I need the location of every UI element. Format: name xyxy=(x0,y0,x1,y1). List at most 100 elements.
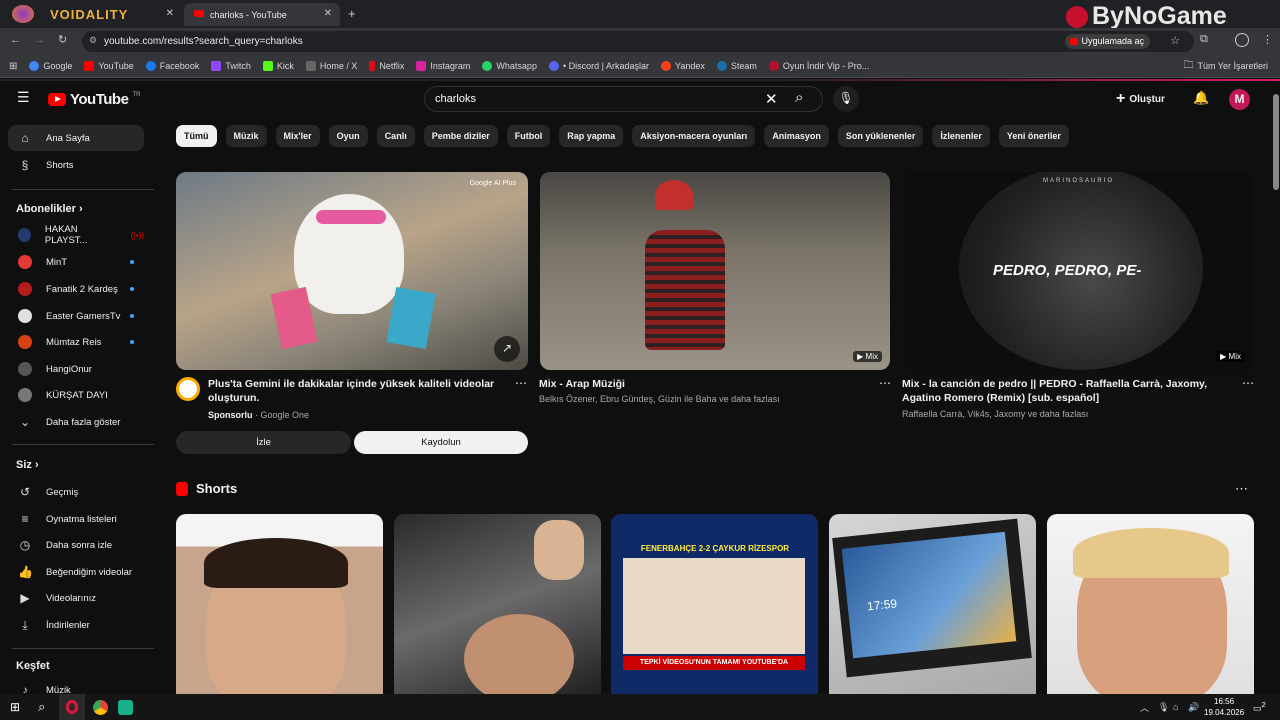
chip[interactable]: Mix'ler xyxy=(275,125,320,147)
more-options-icon[interactable]: ⋯ xyxy=(515,376,527,390)
video-title[interactable]: Mix - la canción de pedro || PEDRO - Raf… xyxy=(902,377,1238,405)
all-bookmarks[interactable]: 🗀 Tüm Yer İşaretleri xyxy=(1183,58,1268,75)
tray-chevron-icon[interactable]: ︿ xyxy=(1140,701,1149,714)
scrollbar[interactable] xyxy=(1272,88,1280,694)
bookmark-netflix[interactable]: Netflix xyxy=(369,61,404,71)
video-thumbnail[interactable]: ▶ Mix xyxy=(540,172,890,370)
notifications-icon[interactable]: 🔔 xyxy=(1193,90,1209,106)
search-icon[interactable]: ⌕ xyxy=(795,89,803,106)
chip-all[interactable]: Tümü xyxy=(176,125,217,147)
avatar[interactable]: M xyxy=(1229,89,1250,110)
chip[interactable]: Müzik xyxy=(225,125,267,147)
chip[interactable]: Yeni öneriler xyxy=(998,125,1069,147)
sidebar-sub[interactable]: MinT xyxy=(8,249,144,275)
app-icon[interactable] xyxy=(118,699,134,715)
bookmark-steam[interactable]: Steam xyxy=(716,61,757,71)
bookmark-facebook[interactable]: Facebook xyxy=(145,61,199,71)
sidebar-sub[interactable]: Easter GamersTv xyxy=(8,303,144,329)
chip[interactable]: Futbol xyxy=(506,125,551,147)
sidebar-item-downloads[interactable]: ⤓ İndirilenler xyxy=(8,612,144,638)
bookmark-x[interactable]: Home / X xyxy=(305,61,357,71)
search-input[interactable]: charloks ✕ ⌕ xyxy=(424,86,823,112)
reload-icon[interactable]: ↻ xyxy=(58,33,67,46)
bookmark-yandex[interactable]: Yandex xyxy=(660,61,705,71)
open-in-app-button[interactable]: Uygulamada aç xyxy=(1065,34,1150,49)
menu-icon[interactable]: ⋮ xyxy=(1262,33,1273,46)
tab-voidality[interactable]: VOIDALITY ✕ xyxy=(4,3,182,26)
new-tab-icon[interactable]: + xyxy=(348,6,356,21)
opera-gx-icon[interactable] xyxy=(59,694,86,720)
more-options-icon[interactable]: ⋯ xyxy=(879,376,891,390)
volume-icon[interactable]: 🔊 xyxy=(1188,702,1199,713)
subscribe-button[interactable]: Kaydolun xyxy=(354,431,528,454)
network-icon[interactable]: ⌂ xyxy=(1173,702,1178,712)
more-options-icon[interactable]: ⋯ xyxy=(1242,376,1254,390)
chrome-icon[interactable] xyxy=(93,699,109,715)
forward-icon[interactable]: → xyxy=(34,34,45,46)
channel-avatar[interactable] xyxy=(176,377,200,401)
tab-youtube[interactable]: charloks - YouTube ✕ xyxy=(184,3,340,26)
youtube-logo[interactable]: YouTube TR xyxy=(48,91,140,108)
external-link-icon[interactable]: ↗ xyxy=(494,336,520,362)
chip[interactable]: İzlenenler xyxy=(932,125,990,147)
extensions-icon[interactable]: ⧉ xyxy=(1200,33,1208,46)
bookmark-twitch[interactable]: Twitch xyxy=(211,61,251,71)
sidebar-item-history[interactable]: ↺ Geçmiş xyxy=(8,479,144,505)
show-more-button[interactable]: ⌄ Daha fazla göster xyxy=(8,409,144,435)
short-thumbnail[interactable] xyxy=(394,514,601,694)
scrollbar-thumb[interactable] xyxy=(1273,94,1279,190)
sidebar-item-music[interactable]: ♪ Müzik xyxy=(8,677,144,693)
chip[interactable]: Animasyon xyxy=(764,125,829,147)
voice-search-icon[interactable]: 🎙 xyxy=(833,86,859,112)
bookmark-whatsapp[interactable]: Whatsapp xyxy=(482,61,537,71)
clear-search-icon[interactable]: ✕ xyxy=(765,90,778,108)
site-info-icon[interactable]: ⚙ xyxy=(89,35,97,46)
sidebar-item-home[interactable]: ⌂ Ana Sayfa xyxy=(8,125,144,151)
star-icon[interactable]: ☆ xyxy=(1170,34,1180,47)
create-button[interactable]: + Oluştur xyxy=(1116,86,1165,112)
video-thumbnail[interactable]: Google AI Plus ↗ xyxy=(176,172,528,370)
bookmark-youtube[interactable]: YouTube xyxy=(84,61,134,71)
address-bar[interactable]: ⚙ youtube.com/results?search_query=charl… xyxy=(82,31,1194,52)
sidebar-sub[interactable]: Mümtaz Reis xyxy=(8,329,144,355)
sidebar-item-watch-later[interactable]: ◷ Daha sonra izle xyxy=(8,532,144,558)
close-icon[interactable]: ✕ xyxy=(166,8,174,19)
apps-icon[interactable]: ⊞ xyxy=(9,61,17,72)
video-thumbnail[interactable]: MARINOSAURIO PEDRO, PEDRO, PE- ▶ Mix xyxy=(903,172,1253,370)
notification-center-icon[interactable]: ▭2 xyxy=(1253,700,1266,714)
chip[interactable]: Rap yapma xyxy=(559,125,624,147)
sidebar-sub[interactable]: Fanatik 2 Kardeş xyxy=(8,276,144,302)
chip[interactable]: Aksiyon-macera oyunları xyxy=(632,125,756,147)
sidebar-item-your-videos[interactable]: ▶ Videolarınız xyxy=(8,585,144,611)
subscriptions-title[interactable]: Abonelikler › xyxy=(16,203,83,215)
profile-icon[interactable] xyxy=(1235,33,1249,47)
sidebar-sub[interactable]: HangiOnur xyxy=(8,356,144,382)
bookmark-google[interactable]: Google xyxy=(29,61,72,71)
short-thumbnail[interactable] xyxy=(176,514,383,694)
bookmark-oyun-indir[interactable]: Oyun İndir Vip - Pro... xyxy=(768,61,869,71)
back-icon[interactable]: ← xyxy=(10,34,21,46)
chip[interactable]: Canlı xyxy=(376,125,415,147)
microphone-icon[interactable]: 🎙 xyxy=(1158,702,1169,713)
search-icon[interactable]: ⌕ xyxy=(38,699,45,715)
sidebar-item-playlists[interactable]: ≡ Oynatma listeleri xyxy=(8,506,144,532)
sidebar-sub[interactable]: KÜRŞAT DAYI xyxy=(8,382,144,408)
short-thumbnail[interactable]: FENERBAHÇE 2-2 ÇAYKUR RİZESPOR TEPKİ VİD… xyxy=(611,514,818,694)
bookmark-discord[interactable]: • Discord | Arkadaşlar xyxy=(548,61,649,71)
sidebar-item-liked[interactable]: 👍 Beğendiğim videolar xyxy=(8,559,144,585)
more-options-icon[interactable]: ⋯ xyxy=(1235,481,1248,497)
bookmark-instagram[interactable]: Instagram xyxy=(416,61,470,71)
chip[interactable]: Son yüklenenler xyxy=(837,125,924,147)
you-title[interactable]: Siz › xyxy=(16,459,39,471)
watch-button[interactable]: İzle xyxy=(176,431,351,454)
hamburger-menu-icon[interactable]: ☰ xyxy=(17,90,31,104)
short-thumbnail[interactable]: 17:59 xyxy=(829,514,1036,694)
clock[interactable]: 16:56 19.04.2026 xyxy=(1204,696,1244,718)
bookmark-kick[interactable]: Kick xyxy=(262,61,294,71)
short-thumbnail[interactable] xyxy=(1047,514,1254,694)
chip[interactable]: Pembe diziler xyxy=(423,125,498,147)
windows-start-icon[interactable]: ⊞ xyxy=(10,700,20,714)
close-icon[interactable]: ✕ xyxy=(324,8,332,19)
video-title[interactable]: Plus'ta Gemini ile dakikalar içinde yüks… xyxy=(208,377,498,405)
chip[interactable]: Oyun xyxy=(328,125,368,147)
